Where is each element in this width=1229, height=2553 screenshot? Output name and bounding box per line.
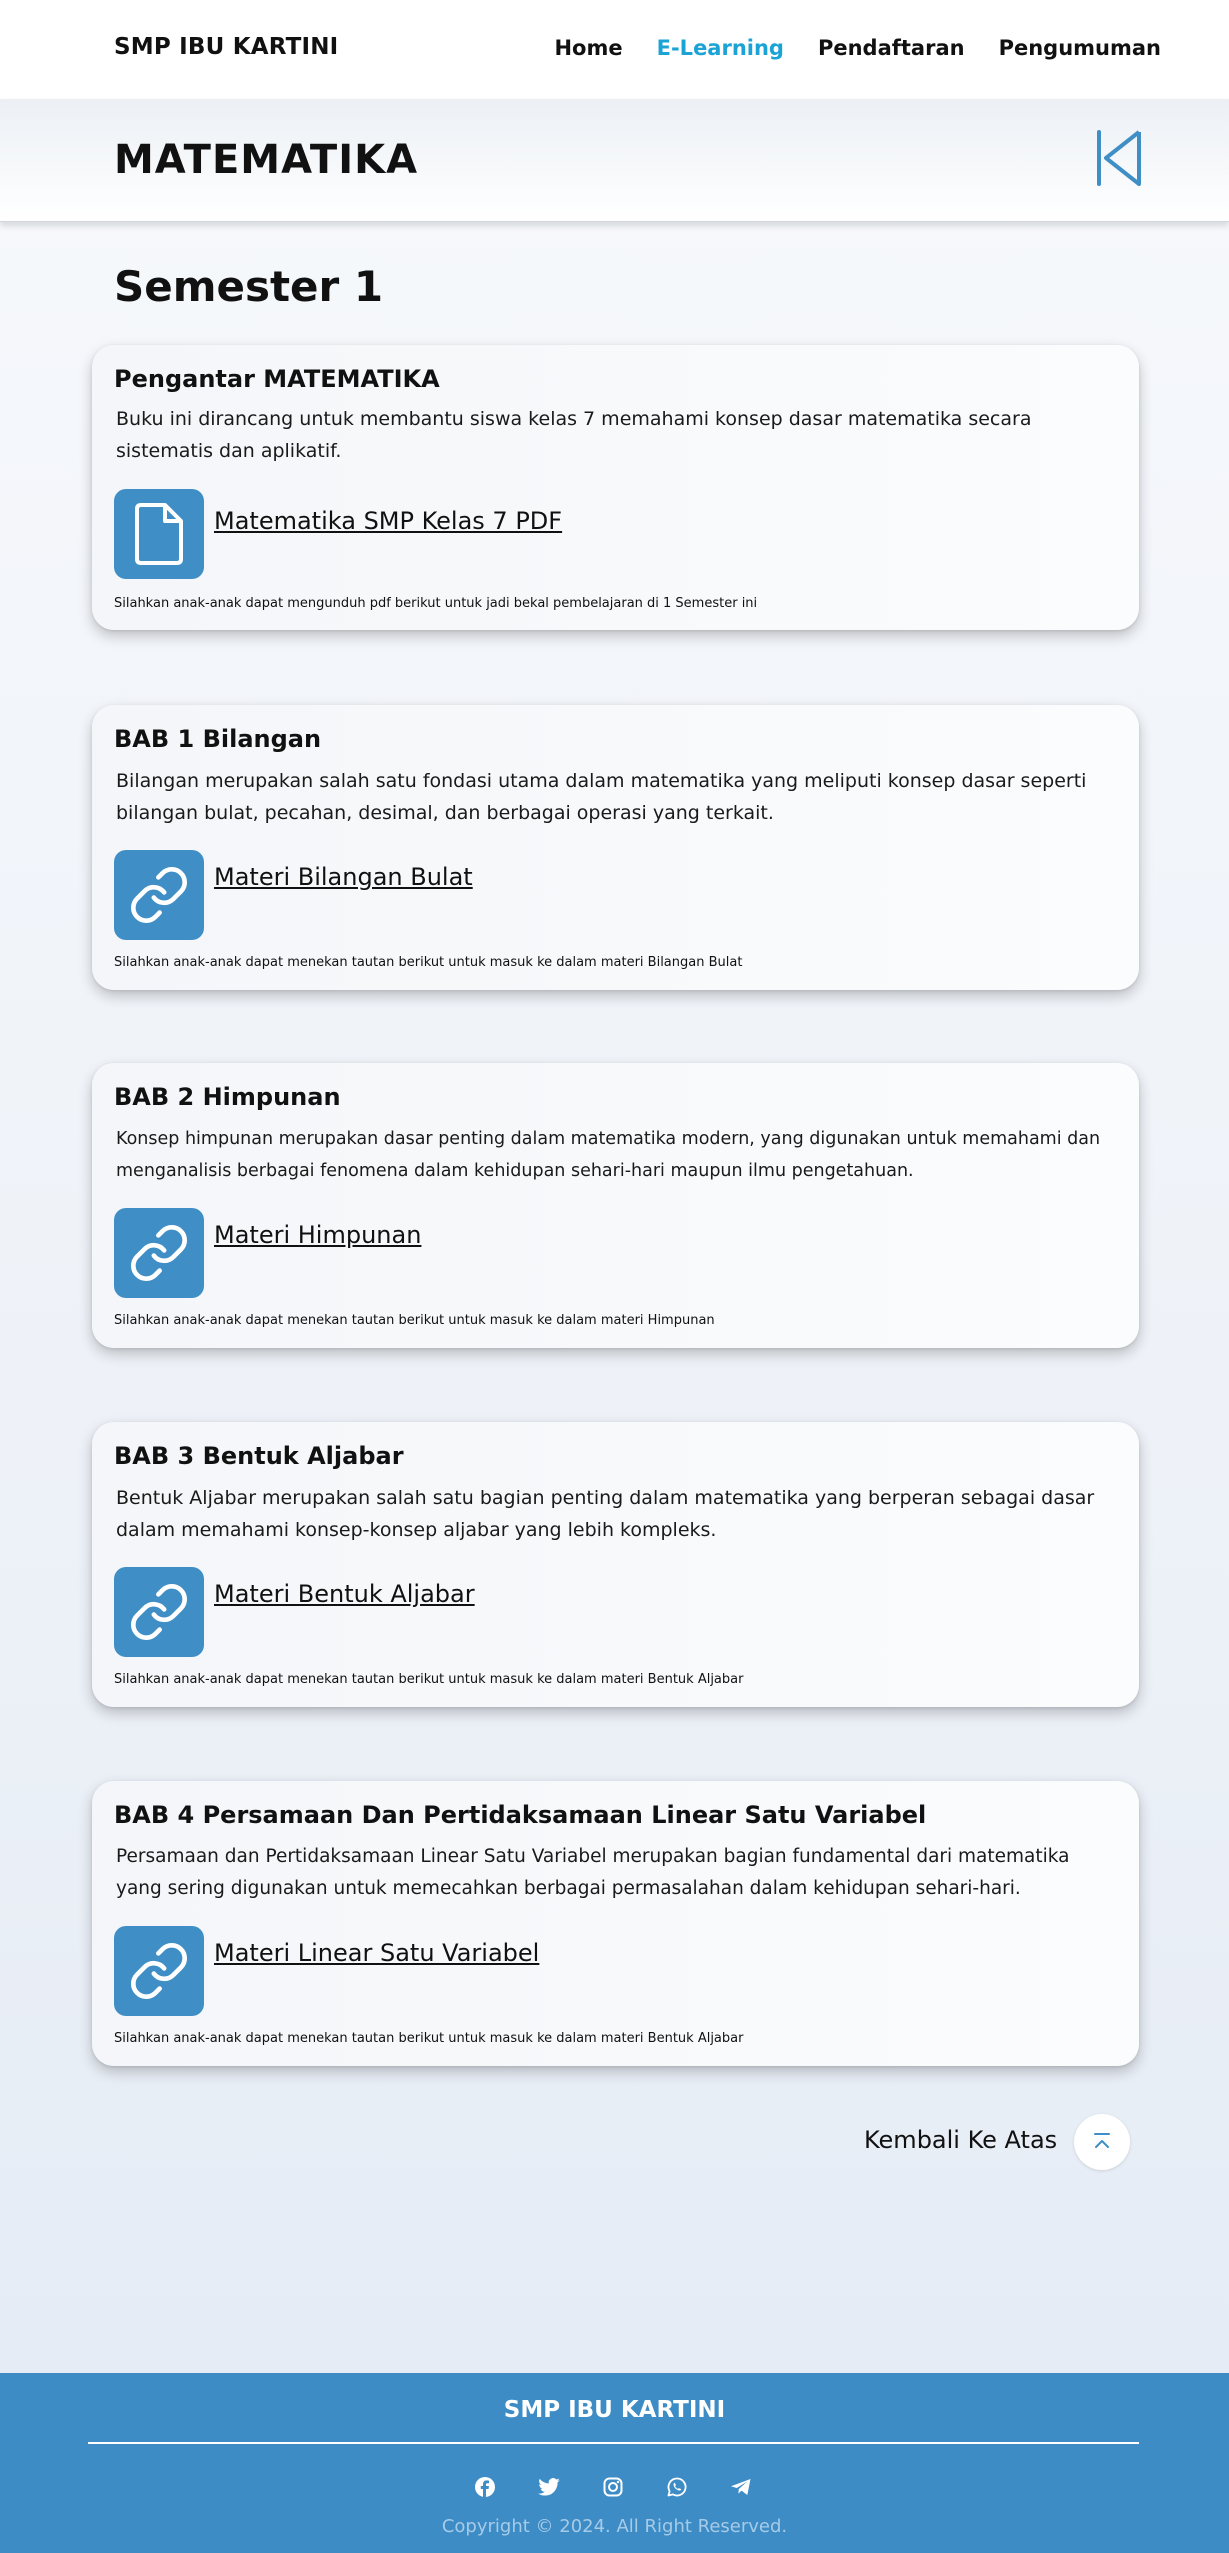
link-icon bbox=[131, 1225, 187, 1281]
nav-link-e-learning[interactable]: E-Learning bbox=[657, 36, 784, 60]
card-description: Buku ini dirancang untuk membantu siswa … bbox=[116, 408, 1032, 462]
pdf-download-link[interactable]: Matematika SMP Kelas 7 PDF bbox=[214, 507, 562, 535]
whatsapp-link[interactable] bbox=[665, 2475, 689, 2499]
file-icon-button[interactable] bbox=[114, 489, 204, 579]
link-icon bbox=[131, 1943, 187, 1999]
material-link[interactable]: Materi Himpunan bbox=[214, 1221, 421, 1249]
subject-title: MATEMATIKA bbox=[114, 137, 419, 183]
nav-link-pendaftaran[interactable]: Pendaftaran bbox=[818, 36, 965, 60]
nav-links: Home E-Learning Pendaftaran Pengumuman bbox=[554, 36, 1161, 60]
link-icon-button[interactable] bbox=[114, 1926, 204, 2016]
link-icon-button[interactable] bbox=[114, 850, 204, 940]
back-to-top-label[interactable]: Kembali Ke Atas bbox=[864, 2126, 1057, 2154]
twitter-icon bbox=[538, 2478, 560, 2496]
material-card: BAB 3 Bentuk Aljabar Bentuk Aljabar meru… bbox=[92, 1422, 1139, 1707]
file-icon bbox=[135, 503, 183, 565]
skip-back-icon bbox=[1097, 130, 1141, 186]
material-card: BAB 1 Bilangan Bilangan merupakan salah … bbox=[92, 705, 1139, 990]
material-card: BAB 2 Himpunan Konsep himpunan merupakan… bbox=[92, 1063, 1139, 1348]
card-note: Silahkan anak-anak dapat mengunduh pdf b… bbox=[114, 596, 758, 611]
subject-header: MATEMATIKA bbox=[0, 99, 1229, 222]
card-description: Bilangan merupakan salah satu fondasi ut… bbox=[116, 770, 1087, 824]
navbar: SMP IBU KARTINI Home E-Learning Pendafta… bbox=[0, 0, 1229, 99]
site-brand[interactable]: SMP IBU KARTINI bbox=[114, 34, 338, 60]
facebook-link[interactable] bbox=[473, 2475, 497, 2499]
arrow-up-to-line-icon bbox=[1094, 2133, 1110, 2148]
card-note: Silahkan anak-anak dapat menekan tautan … bbox=[114, 1672, 744, 1687]
link-icon-button[interactable] bbox=[114, 1208, 204, 1298]
back-to-top-button[interactable] bbox=[1074, 2114, 1130, 2170]
copyright-text: Copyright © 2024. All Right Reserved. bbox=[441, 2516, 788, 2537]
footer-brand: SMP IBU KARTINI bbox=[503, 2397, 726, 2423]
card-title: BAB 4 Persamaan Dan Pertidaksamaan Linea… bbox=[114, 1801, 927, 1829]
footer-divider bbox=[88, 2442, 1139, 2444]
card-note: Silahkan anak-anak dapat menekan tautan … bbox=[114, 1313, 715, 1328]
card-note: Silahkan anak-anak dapat menekan tautan … bbox=[114, 955, 743, 970]
card-description: Konsep himpunan merupakan dasar penting … bbox=[116, 1129, 1101, 1181]
card-title: BAB 1 Bilangan bbox=[114, 725, 322, 753]
material-link[interactable]: Materi Bentuk Aljabar bbox=[214, 1580, 475, 1608]
telegram-icon bbox=[731, 2479, 751, 2495]
twitter-link[interactable] bbox=[537, 2475, 561, 2499]
material-card: BAB 4 Persamaan Dan Pertidaksamaan Linea… bbox=[92, 1781, 1139, 2066]
back-button[interactable] bbox=[1092, 127, 1148, 189]
nav-link-home[interactable]: Home bbox=[554, 36, 622, 60]
material-link[interactable]: Materi Linear Satu Variabel bbox=[214, 1939, 539, 1967]
instagram-icon bbox=[603, 2477, 623, 2497]
card-note: Silahkan anak-anak dapat menekan tautan … bbox=[114, 2031, 744, 2046]
footer: SMP IBU KARTINI Copyright © 2024. All Ri… bbox=[0, 2373, 1229, 2553]
card-description: Persamaan dan Pertidaksamaan Linear Satu… bbox=[116, 1846, 1070, 1899]
link-icon bbox=[131, 867, 187, 923]
card-title: BAB 3 Bentuk Aljabar bbox=[114, 1442, 404, 1470]
card-description: Bentuk Aljabar merupakan salah satu bagi… bbox=[116, 1487, 1095, 1541]
link-icon bbox=[131, 1584, 187, 1640]
link-icon-button[interactable] bbox=[114, 1567, 204, 1657]
card-title: BAB 2 Himpunan bbox=[114, 1083, 341, 1111]
semester-title: Semester 1 bbox=[114, 262, 384, 311]
whatsapp-icon bbox=[667, 2477, 687, 2497]
material-card: Pengantar MATEMATIKA Buku ini dirancang … bbox=[92, 345, 1139, 630]
facebook-icon bbox=[475, 2477, 495, 2497]
instagram-link[interactable] bbox=[601, 2475, 625, 2499]
telegram-link[interactable] bbox=[729, 2475, 753, 2499]
material-link[interactable]: Materi Bilangan Bulat bbox=[214, 863, 473, 891]
card-title: Pengantar MATEMATIKA bbox=[114, 365, 440, 393]
nav-link-pengumuman[interactable]: Pengumuman bbox=[999, 36, 1161, 60]
